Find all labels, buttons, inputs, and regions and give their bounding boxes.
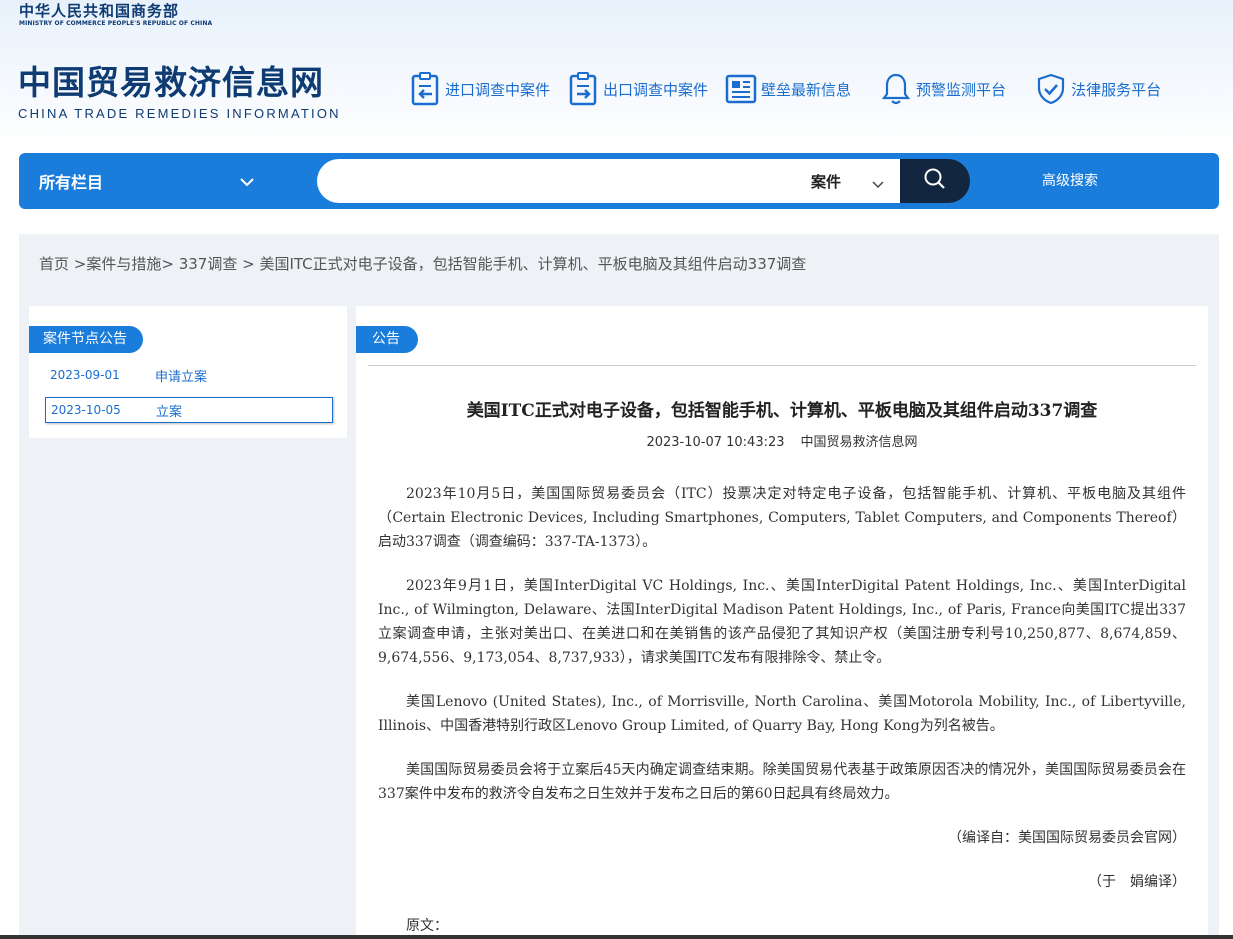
article-datetime: 2023-10-07 10:43:23 bbox=[646, 435, 785, 450]
nav-import-cases[interactable]: 进口调查中案件 bbox=[408, 70, 550, 108]
type-select[interactable]: 案件 bbox=[811, 159, 901, 203]
nav-label: 预警监测平台 bbox=[916, 80, 1007, 99]
advanced-search-link[interactable]: 高级搜索 bbox=[1042, 153, 1098, 209]
article-paragraph: 美国Lenovo (United States), Inc., of Morri… bbox=[378, 694, 1186, 734]
divider bbox=[368, 365, 1196, 366]
breadcrumb-home[interactable]: 首页 bbox=[39, 255, 69, 273]
search-field: 案件 bbox=[317, 159, 901, 203]
breadcrumb-separator: > bbox=[237, 255, 260, 273]
article-title: 美国ITC正式对电子设备，包括智能手机、计算机、平板电脑及其组件启动337调查 bbox=[466, 401, 1098, 421]
ministry-name-en: MINISTRY OF COMMERCE PEOPLE'S REPUBLIC O… bbox=[19, 20, 213, 27]
bell-icon bbox=[879, 70, 913, 108]
article-tab: 公告 bbox=[356, 326, 418, 353]
ministry-logo[interactable]: 中华人民共和国商务部 MINISTRY OF COMMERCE PEOPLE'S… bbox=[19, 2, 212, 28]
news-icon bbox=[724, 70, 758, 108]
breadcrumb-separator: > bbox=[161, 255, 179, 273]
top-nav: 进口调查中案件 出口调查中案件 壁垒最新信息 预警监测平台 法律服务平台 bbox=[408, 70, 1177, 108]
article-paragraph: 2023年10月5日，美国国际贸易委员会（ITC）投票决定对特定电子设备，包括智… bbox=[378, 486, 1186, 550]
case-node-date: 2023-10-05 bbox=[51, 403, 121, 417]
article-panel: 公告 美国ITC正式对电子设备，包括智能手机、计算机、平板电脑及其组件启动337… bbox=[356, 306, 1208, 939]
nav-label: 出口调查中案件 bbox=[603, 80, 709, 99]
breadcrumb: 首页 >案件与措施> 337调查 > 美国ITC正式对电子设备，包括智能手机、计… bbox=[39, 253, 806, 274]
export-case-icon bbox=[566, 70, 600, 108]
sidebar-title: 案件节点公告 bbox=[29, 326, 143, 353]
chevron-down-icon bbox=[239, 173, 255, 192]
search-icon bbox=[923, 167, 947, 195]
type-select-label: 案件 bbox=[811, 172, 842, 191]
article-body: 2023年10月5日，美国国际贸易委员会（ITC）投票决定对特定电子设备，包括智… bbox=[378, 482, 1186, 939]
article-paragraph: 美国国际贸易委员会将于立案后45天内确定调查结束期。除美国贸易代表基于政策原因否… bbox=[378, 762, 1186, 802]
category-select[interactable]: 所有栏目 bbox=[39, 153, 254, 209]
ministry-name-cn: 中华人民共和国商务部 bbox=[19, 2, 180, 20]
category-select-label: 所有栏目 bbox=[39, 173, 104, 192]
article-paragraph: 2023年9月1日，美国InterDigital VC Holdings, In… bbox=[378, 578, 1186, 666]
search-input[interactable] bbox=[337, 159, 807, 203]
nav-label: 法律服务平台 bbox=[1071, 80, 1162, 99]
import-case-icon bbox=[408, 70, 442, 108]
case-node-date: 2023-09-01 bbox=[50, 368, 120, 382]
site-logo[interactable]: 中国贸易救济信息网 CHINA TRADE REMEDIES INFORMATI… bbox=[18, 62, 341, 123]
nav-barrier-news[interactable]: 壁垒最新信息 bbox=[724, 70, 851, 108]
breadcrumb-cases[interactable]: 案件与措施 bbox=[86, 255, 161, 273]
bottom-edge bbox=[0, 935, 1233, 939]
breadcrumb-separator: > bbox=[69, 255, 87, 273]
article-meta: 2023-10-07 10:43:23 中国贸易救济信息网 bbox=[356, 431, 1208, 450]
case-node-item-selected[interactable]: 2023-10-05 立案 bbox=[45, 397, 333, 423]
case-node-label: 申请立案 bbox=[155, 369, 208, 385]
site-name-cn: 中国贸易救济信息网 bbox=[18, 63, 324, 102]
nav-label: 进口调查中案件 bbox=[445, 80, 551, 99]
nav-label: 壁垒最新信息 bbox=[761, 80, 852, 99]
breadcrumb-337[interactable]: 337调查 bbox=[179, 255, 238, 273]
breadcrumb-current: 美国ITC正式对电子设备，包括智能手机、计算机、平板电脑及其组件启动337调查 bbox=[259, 255, 807, 273]
search-button[interactable] bbox=[900, 159, 970, 203]
search-bar: 所有栏目 案件 高级搜索 bbox=[19, 153, 1219, 209]
chevron-down-icon bbox=[871, 175, 885, 194]
article-editor: （于 娟编译） bbox=[1088, 874, 1186, 890]
nav-export-cases[interactable]: 出口调查中案件 bbox=[566, 70, 708, 108]
article-source: 中国贸易救济信息网 bbox=[800, 435, 918, 450]
article-compiled-from: （编译自：美国国际贸易委员会官网） bbox=[948, 830, 1186, 846]
case-node-label: 立案 bbox=[156, 404, 183, 420]
nav-legal-platform[interactable]: 法律服务平台 bbox=[1034, 70, 1161, 108]
case-node-item[interactable]: 2023-09-01 申请立案 bbox=[45, 362, 333, 388]
site-name-en: CHINA TRADE REMEDIES INFORMATION bbox=[18, 106, 341, 121]
nav-warning-platform[interactable]: 预警监测平台 bbox=[879, 70, 1006, 108]
shield-check-icon bbox=[1034, 70, 1068, 108]
